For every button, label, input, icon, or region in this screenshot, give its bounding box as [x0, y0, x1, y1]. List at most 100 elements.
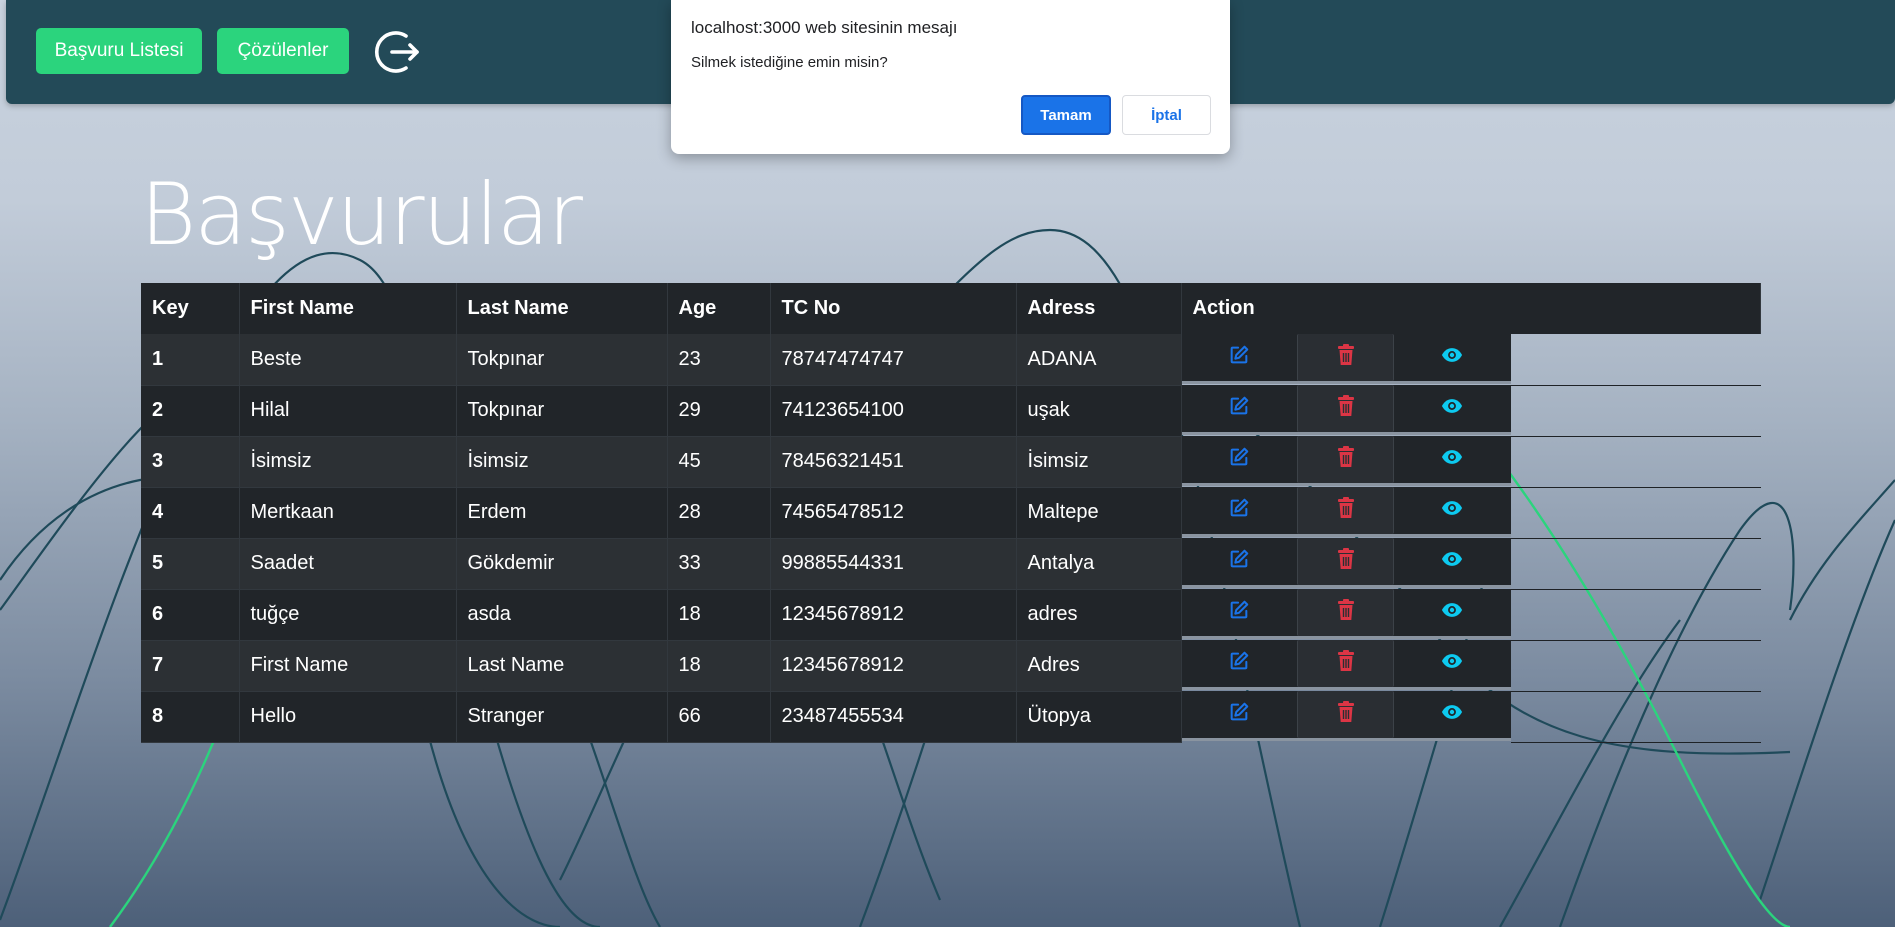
table-row: 4 Mertkaan Erdem 28 74565478512 Maltepe: [141, 487, 1761, 539]
applications-list-button[interactable]: Başvuru Listesi: [36, 28, 202, 74]
edit-button[interactable]: [1182, 385, 1297, 432]
row-spacer: [1510, 487, 1761, 539]
delete-button[interactable]: [1296, 385, 1395, 432]
column-header-age: Age: [667, 283, 771, 334]
eye-icon: [1441, 397, 1463, 420]
view-button[interactable]: [1394, 538, 1510, 585]
dialog-title: localhost:3000 web sitesinin mesajı: [691, 18, 958, 37]
cell-age: 33: [667, 538, 771, 590]
delete-button[interactable]: [1296, 691, 1395, 738]
eye-icon: [1441, 703, 1463, 726]
row-spacer: [1510, 589, 1761, 641]
edit-icon: [1228, 650, 1250, 678]
trash-icon: [1336, 496, 1356, 525]
cell-first-name: tuğçe: [239, 589, 457, 641]
view-button[interactable]: [1394, 436, 1510, 483]
cell-first-name: Hilal: [239, 385, 457, 437]
edit-button[interactable]: [1182, 334, 1297, 381]
view-button[interactable]: [1394, 334, 1510, 381]
cell-key: 1: [141, 334, 240, 386]
cell-first-name: İsimsiz: [239, 436, 457, 488]
table-row: 5 Saadet Gökdemir 33 99885544331 Antalya: [141, 538, 1761, 590]
delete-button[interactable]: [1296, 538, 1395, 585]
row-actions: [1181, 436, 1511, 487]
cell-age: 28: [667, 487, 771, 539]
page-title: Başvurular: [140, 165, 583, 265]
cell-age: 23: [667, 334, 771, 386]
dialog-ok-button[interactable]: Tamam: [1021, 95, 1111, 135]
edit-icon: [1228, 701, 1250, 729]
column-header-key: Key: [141, 283, 240, 334]
trash-icon: [1336, 394, 1356, 423]
confirm-dialog: localhost:3000 web sitesinin mesajı Silm…: [671, 0, 1230, 154]
cell-tc-no: 78456321451: [770, 436, 1017, 488]
trash-icon: [1336, 700, 1356, 729]
cell-key: 2: [141, 385, 240, 437]
column-header-adress: Adress: [1016, 283, 1182, 334]
edit-button[interactable]: [1182, 640, 1297, 687]
trash-icon: [1336, 445, 1356, 474]
edit-button[interactable]: [1182, 487, 1297, 534]
action-bar: [1181, 589, 1511, 639]
eye-icon: [1441, 448, 1463, 471]
cell-age: 29: [667, 385, 771, 437]
column-header-tc-no: TC No: [770, 283, 1017, 334]
view-button[interactable]: [1394, 640, 1510, 687]
action-bar: [1181, 691, 1511, 741]
action-bar: [1181, 538, 1511, 588]
cell-tc-no: 74123654100: [770, 385, 1017, 437]
edit-icon: [1228, 548, 1250, 576]
dialog-cancel-button[interactable]: İptal: [1122, 95, 1211, 135]
edit-button[interactable]: [1182, 436, 1297, 483]
logout-icon[interactable]: [373, 26, 425, 78]
trash-icon: [1336, 649, 1356, 678]
action-bar: [1181, 334, 1511, 384]
trash-icon: [1336, 598, 1356, 627]
cell-last-name: asda: [456, 589, 668, 641]
row-actions: [1181, 640, 1511, 691]
edit-button[interactable]: [1182, 589, 1297, 636]
view-button[interactable]: [1394, 487, 1510, 534]
edit-button[interactable]: [1182, 691, 1297, 738]
view-button[interactable]: [1394, 691, 1510, 738]
delete-button[interactable]: [1296, 640, 1395, 687]
cell-adress: uşak: [1016, 385, 1182, 437]
delete-button[interactable]: [1296, 334, 1395, 381]
view-button[interactable]: [1394, 385, 1510, 432]
cell-age: 18: [667, 589, 771, 641]
cell-age: 18: [667, 640, 771, 692]
delete-button[interactable]: [1296, 487, 1395, 534]
edit-icon: [1228, 599, 1250, 627]
column-header-last-name: Last Name: [456, 283, 668, 334]
edit-icon: [1228, 446, 1250, 474]
view-button[interactable]: [1394, 589, 1510, 636]
row-actions: [1181, 589, 1511, 640]
edit-button[interactable]: [1182, 538, 1297, 585]
action-bar: [1181, 436, 1511, 486]
cell-first-name: Hello: [239, 691, 457, 743]
table-header-row: Key First Name Last Name Age TC No Adres…: [141, 283, 1761, 334]
cell-adress: İsimsiz: [1016, 436, 1182, 488]
table-row: 1 Beste Tokpınar 23 78747474747 ADANA: [141, 334, 1761, 386]
row-actions: [1181, 334, 1511, 385]
edit-icon: [1228, 497, 1250, 525]
column-header-action: Action: [1181, 283, 1761, 334]
cell-key: 5: [141, 538, 240, 590]
row-spacer: [1510, 385, 1761, 437]
cell-last-name: Stranger: [456, 691, 668, 743]
cell-first-name: Mertkaan: [239, 487, 457, 539]
solved-button[interactable]: Çözülenler: [217, 28, 349, 74]
cell-adress: ADANA: [1016, 334, 1182, 386]
cell-key: 8: [141, 691, 240, 743]
cell-adress: Adres: [1016, 640, 1182, 692]
eye-icon: [1441, 499, 1463, 522]
action-bar: [1181, 385, 1511, 435]
cell-adress: adres: [1016, 589, 1182, 641]
delete-button[interactable]: [1296, 589, 1395, 636]
row-actions: [1181, 487, 1511, 538]
delete-button[interactable]: [1296, 436, 1395, 483]
cell-adress: Antalya: [1016, 538, 1182, 590]
row-spacer: [1510, 538, 1761, 590]
cell-last-name: İsimsiz: [456, 436, 668, 488]
trash-icon: [1336, 547, 1356, 576]
